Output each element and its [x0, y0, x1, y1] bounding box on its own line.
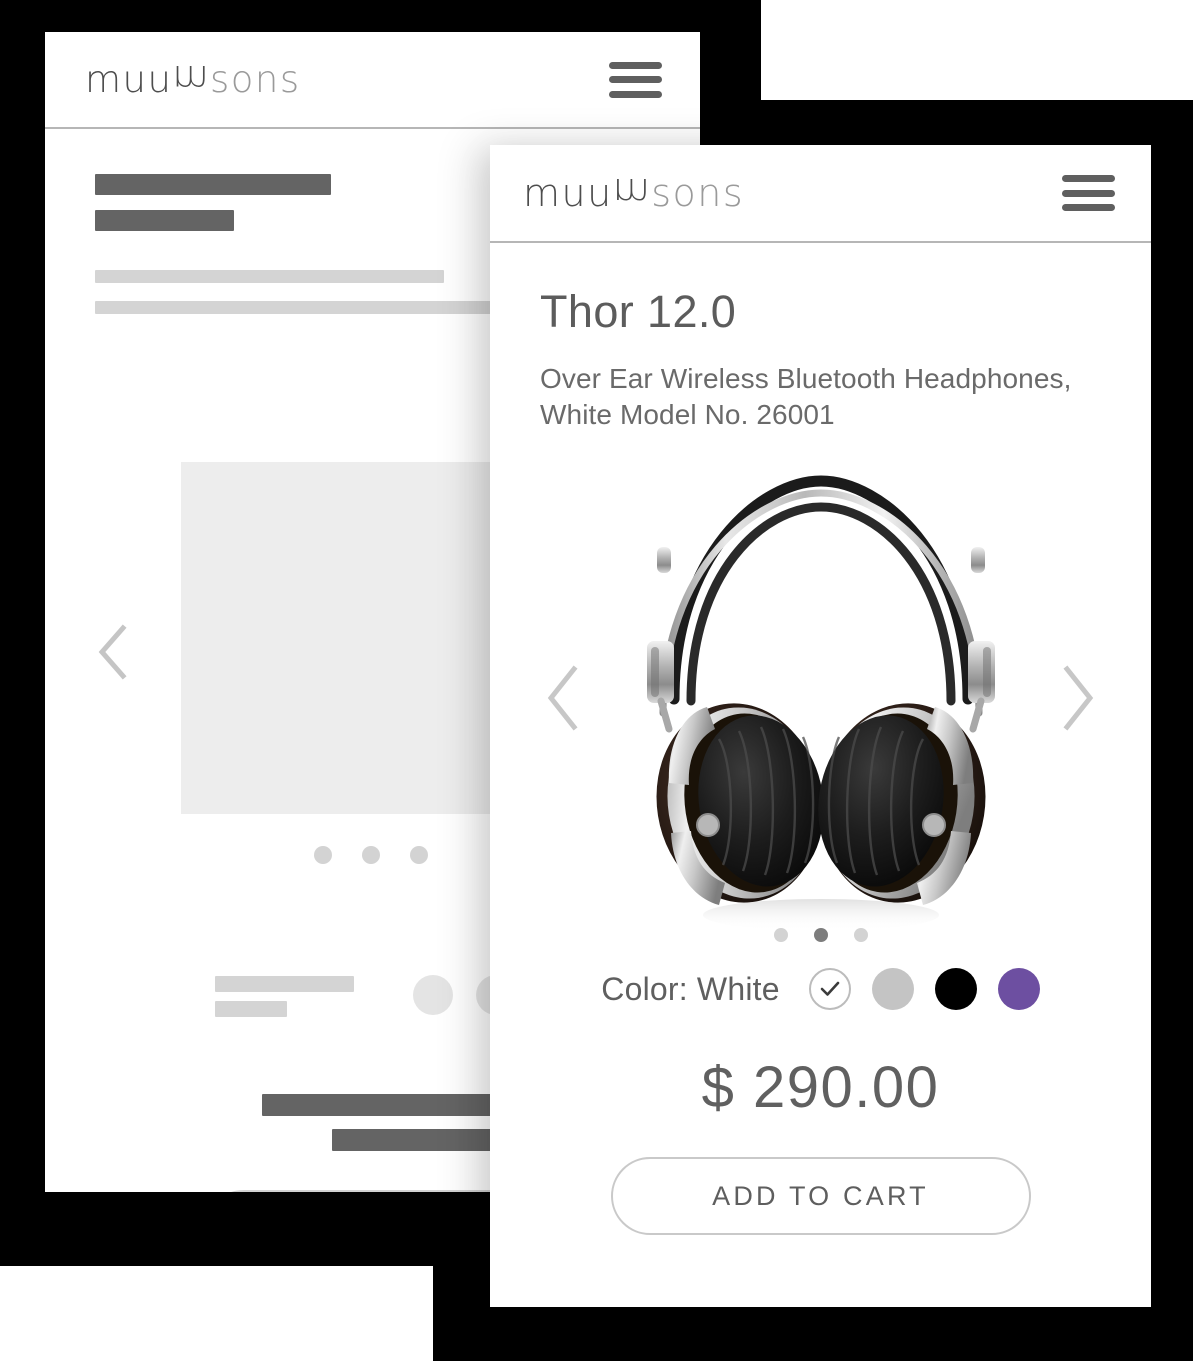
wireframe-price-bar-2: [332, 1129, 495, 1151]
hamburger-bar: [1062, 204, 1115, 211]
background-block-bottom-left: [0, 1266, 433, 1361]
wireframe-swatch[interactable]: [413, 975, 453, 1015]
check-icon: [820, 982, 840, 997]
mockup-canvas: muu m sons muu m sons Thor 12.0 Over Ear…: [0, 0, 1193, 1361]
background-block-top-right: [761, 0, 1193, 100]
hamburger-menu-icon[interactable]: [609, 61, 662, 98]
gallery-dots[interactable]: [773, 928, 868, 943]
wireframe-dot[interactable]: [362, 846, 380, 864]
add-to-cart-button[interactable]: ADD TO CART: [610, 1157, 1031, 1236]
color-swatch-white[interactable]: [808, 968, 851, 1011]
hamburger-menu-icon[interactable]: [1062, 175, 1115, 211]
brand-prefix: muu: [523, 171, 613, 215]
wireframe-image-placeholder: [181, 462, 499, 814]
brand-suffix: sons: [651, 171, 745, 215]
brand-prefix: muu: [85, 58, 173, 101]
wireframe-dot[interactable]: [314, 846, 332, 864]
wireframe-prev-arrow-icon[interactable]: [95, 624, 129, 680]
wireframe-subtitle-bar: [95, 270, 444, 283]
color-swatch-black[interactable]: [934, 968, 977, 1011]
wireframe-app-bar: muu m sons: [45, 32, 700, 129]
product-price: $ 290.00: [701, 1055, 940, 1121]
product-body: Thor 12.0 Over Ear Wireless Bluetooth He…: [490, 287, 1151, 1307]
wireframe-color-label-bar: [215, 976, 354, 992]
brand-w-glyph: m: [172, 56, 210, 100]
product-subtitle: Over Ear Wireless Bluetooth Headphones, …: [540, 362, 1072, 431]
color-label: Color: White: [601, 970, 780, 1007]
color-selector: Color: White: [540, 968, 1101, 1011]
gallery-dot-1[interactable]: [773, 928, 788, 943]
wireframe-color-label-bar-2: [215, 1001, 287, 1017]
brand-w-glyph: m: [612, 169, 652, 214]
wireframe-brand-logo[interactable]: muu m sons: [85, 56, 301, 101]
product-brand-logo[interactable]: muu m sons: [523, 169, 745, 215]
hamburger-bar: [1062, 175, 1115, 182]
brand-suffix: sons: [210, 58, 301, 101]
product-title: Thor 12.0: [540, 286, 737, 337]
hamburger-bar: [1062, 189, 1115, 197]
color-swatch-purple[interactable]: [997, 968, 1040, 1011]
wireframe-subtitle-bar-2: [95, 301, 507, 314]
gallery-dot-2[interactable]: [813, 928, 828, 943]
color-swatch-grey[interactable]: [871, 968, 914, 1011]
hamburger-bar: [609, 90, 662, 98]
wireframe-gallery-dots[interactable]: [314, 846, 428, 864]
product-gallery: [540, 448, 1101, 948]
hamburger-bar: [609, 76, 662, 83]
gallery-next-arrow-icon[interactable]: [1059, 664, 1099, 732]
product-image-headphones: [646, 475, 995, 932]
gallery-prev-arrow-icon[interactable]: [542, 664, 582, 732]
wireframe-title-bar-2: [95, 210, 234, 231]
hamburger-bar: [609, 61, 662, 69]
product-app-bar: muu m sons: [490, 145, 1151, 243]
wireframe-dot[interactable]: [410, 846, 428, 864]
gallery-dot-3[interactable]: [853, 928, 868, 943]
product-phone-card: muu m sons Thor 12.0 Over Ear Wireless B…: [490, 145, 1151, 1307]
wireframe-title-bar: [95, 174, 331, 195]
